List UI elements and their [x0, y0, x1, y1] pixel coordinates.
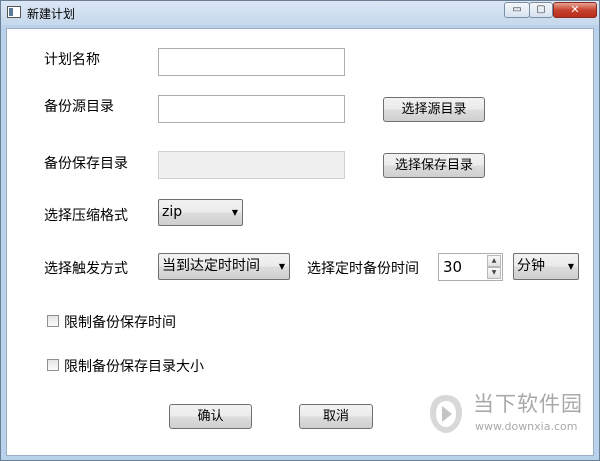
watermark-url: www.downxia.com [475, 420, 578, 433]
dropdown-arrow-icon: ▼ [278, 262, 285, 271]
limit-time-checkbox[interactable] [47, 315, 59, 327]
compress-format-value: zip [162, 204, 183, 220]
source-dir-input[interactable] [158, 95, 345, 123]
plan-name-input[interactable] [158, 48, 345, 76]
trigger-mode-label: 选择触发方式 [44, 261, 128, 277]
dropdown-arrow-icon: ▼ [231, 208, 238, 217]
minimize-button[interactable]: ▭ [504, 2, 530, 18]
limit-size-checkbox[interactable] [47, 359, 59, 371]
interval-value: 30 [443, 258, 463, 276]
interval-label: 选择定时备份时间 [307, 261, 419, 277]
interval-unit-value: 分钟 [517, 258, 545, 274]
compress-format-label: 选择压缩格式 [44, 208, 128, 224]
trigger-mode-select[interactable]: 当到达定时时间 ▼ [158, 253, 290, 280]
plan-name-label: 计划名称 [44, 52, 100, 68]
watermark-logo-icon [430, 395, 462, 433]
dropdown-arrow-icon: ▼ [567, 262, 574, 271]
close-button[interactable]: ✕ [553, 2, 597, 18]
save-dir-input [158, 151, 345, 179]
source-dir-label: 备份源目录 [44, 99, 114, 115]
maximize-button[interactable]: ▢ [529, 2, 553, 18]
minimize-icon: ▭ [512, 4, 522, 15]
dialog-window: 新建计划 ▭ ▢ ✕ 计划名称 备份源目录 选择源目录 备份保存目录 选择保存目… [0, 0, 600, 461]
spin-up-icon[interactable]: ▲ [487, 255, 501, 267]
watermark-text: 当下软件园 [473, 392, 583, 416]
limit-time-label[interactable]: 限制备份保存时间 [64, 312, 176, 332]
interval-spinbox[interactable]: 30 ▲ ▼ [438, 253, 503, 281]
maximize-icon: ▢ [536, 4, 546, 15]
title-bar[interactable]: 新建计划 ▭ ▢ ✕ [1, 1, 599, 25]
choose-save-dir-button[interactable]: 选择保存目录 [383, 153, 485, 178]
compress-format-select[interactable]: zip ▼ [158, 199, 243, 226]
limit-size-label[interactable]: 限制备份保存目录大小 [64, 356, 204, 376]
interval-unit-select[interactable]: 分钟 ▼ [513, 253, 579, 280]
spin-down-icon[interactable]: ▼ [487, 267, 501, 279]
spin-buttons: ▲ ▼ [487, 255, 501, 279]
app-window-icon [7, 6, 21, 18]
cancel-button[interactable]: 取消 [299, 404, 373, 429]
close-icon: ✕ [570, 3, 580, 16]
save-dir-label: 备份保存目录 [44, 156, 128, 172]
choose-source-dir-button[interactable]: 选择源目录 [383, 97, 485, 122]
confirm-button[interactable]: 确认 [169, 404, 252, 429]
window-title: 新建计划 [27, 7, 76, 21]
trigger-mode-value: 当到达定时时间 [162, 258, 260, 274]
